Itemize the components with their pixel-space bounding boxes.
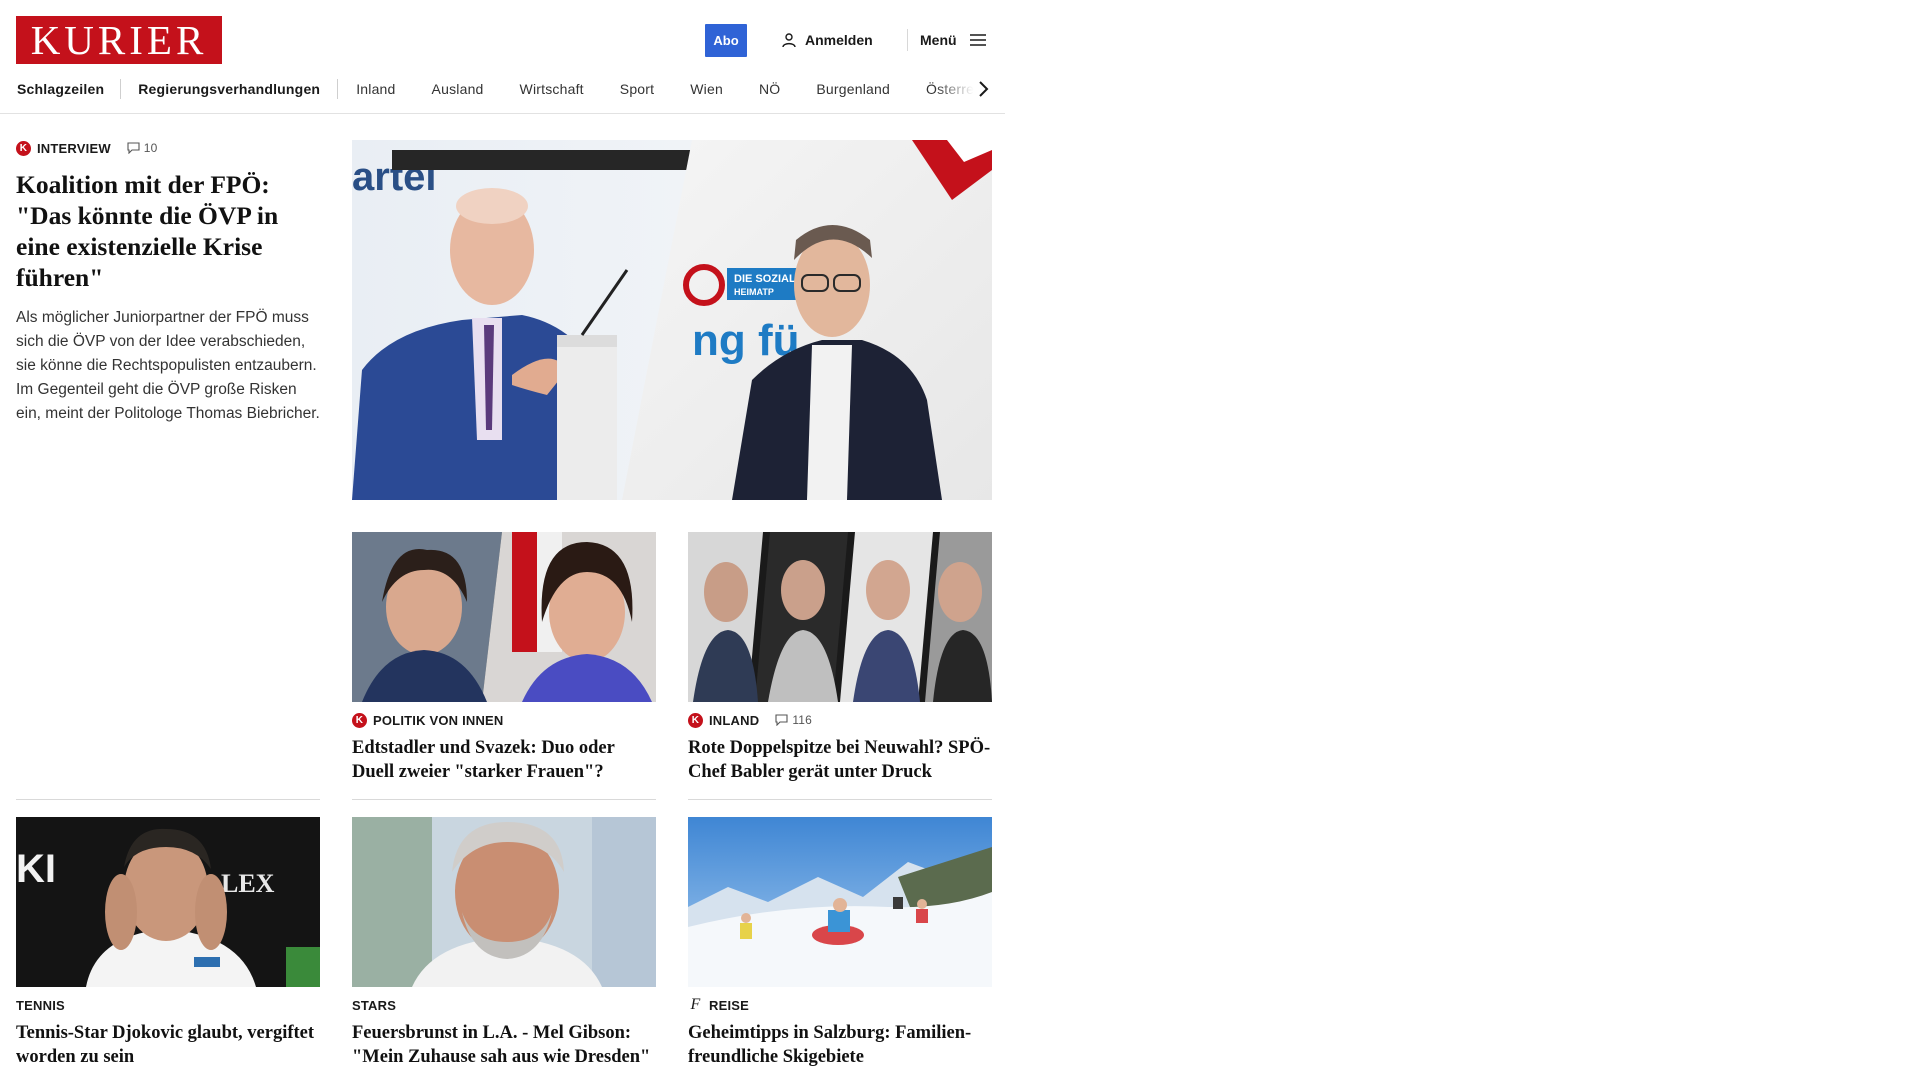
article-comment-count: 116 — [792, 713, 813, 727]
article-headline[interactable]: Rote Doppelspitze bei Neuwahl? SPÖ-Chef … — [688, 736, 992, 784]
lead-headline[interactable]: Koalition mit der FPÖ: "Das könnte die Ö… — [16, 169, 320, 293]
svg-text:LEX: LEX — [221, 869, 275, 898]
article-card[interactable]: K POLITIK VON INNEN Edtstadler und Svaze… — [352, 712, 656, 784]
lead-image[interactable]: artei ng fü DIE SOZIALE HEIMATP — [352, 140, 992, 500]
menu-label: Menü — [920, 32, 957, 48]
comment-icon — [127, 142, 140, 154]
nav-scroll-right[interactable] — [935, 74, 1005, 104]
lead-kicker: K INTERVIEW 10 — [16, 140, 320, 156]
article-card[interactable]: STARS Feuersbrunst in L.A. - Mel Gibson:… — [352, 997, 656, 1069]
article-kicker: K POLITIK VON INNEN — [352, 712, 656, 728]
login-label: Anmelden — [805, 32, 873, 48]
article-kicker-label: TENNIS — [16, 997, 65, 1013]
freizeit-f-icon: f — [690, 996, 701, 1013]
nav-item-wirtschaft[interactable]: Wirtschaft — [502, 79, 602, 99]
hamburger-icon — [969, 34, 986, 46]
nav-item-noe[interactable]: NÖ — [741, 79, 798, 99]
article-image-edtstadler-svazek[interactable] — [352, 532, 656, 702]
article-kicker-label: REISE — [709, 997, 750, 1013]
chevron-right-icon — [979, 81, 989, 97]
kurier-plus-icon: K — [352, 712, 367, 728]
article-kicker: f REISE — [688, 996, 992, 1013]
article-card[interactable]: K INLAND 116 Rote Doppelspitze bei Neuwa… — [688, 712, 992, 784]
article-headline[interactable]: Feuersbrunst in L.A. - Mel Gibson: "Mein… — [352, 1021, 656, 1069]
svg-text:DIE SOZIALE: DIE SOZIALE — [734, 273, 803, 285]
article-image-mel-gibson[interactable] — [352, 817, 656, 987]
lead-teaser: Als möglicher Juniorpartner der FPÖ muss… — [16, 309, 320, 422]
article-kicker: TENNIS — [16, 997, 320, 1013]
header-divider — [907, 29, 908, 51]
lead-comment-count: 10 — [143, 141, 158, 155]
nav-item-inland[interactable]: Inland — [338, 79, 413, 99]
lead-article[interactable]: K INTERVIEW 10 Koalition mit der FPÖ: "D… — [16, 140, 320, 426]
divider — [688, 799, 992, 800]
article-headline[interactable]: Edtstadler und Svazek: Duo oder Duell zw… — [352, 736, 656, 784]
nav-item-wien[interactable]: Wien — [672, 79, 741, 99]
menu-button[interactable]: Menü — [920, 30, 987, 50]
article-kicker-label: INLAND — [709, 712, 760, 728]
article-image-skigebiet[interactable] — [688, 817, 992, 987]
login-button[interactable]: Anmelden — [781, 30, 873, 50]
article-kicker-label: POLITIK VON INNEN — [373, 712, 504, 728]
kurier-plus-icon: K — [688, 712, 703, 728]
abo-button[interactable]: Abo — [705, 24, 747, 57]
divider — [16, 799, 320, 800]
kurier-plus-icon: K — [16, 140, 31, 156]
site-header: KURIER Abo Anmelden Menü Schlagzeilen Re… — [0, 0, 1005, 114]
article-kicker: K INLAND 116 — [688, 712, 992, 728]
article-comments[interactable]: 116 — [775, 713, 812, 727]
article-headline[interactable]: Geheimtipps in Salzburg: Familien­freund… — [688, 1021, 992, 1069]
comment-icon — [775, 714, 788, 726]
svg-text:KI: KI — [16, 847, 56, 891]
nav-item-regierungsverhandlungen[interactable]: Regierungsverhandlungen — [121, 79, 339, 99]
article-image-spoe[interactable] — [688, 532, 992, 702]
nav-item-schlagzeilen[interactable]: Schlagzeilen — [0, 79, 122, 99]
article-card[interactable]: TENNIS Tennis-Star Djokovic glaubt, ver­… — [16, 997, 320, 1069]
lead-comments[interactable]: 10 — [127, 141, 158, 155]
lead-kicker-label: INTERVIEW — [37, 140, 111, 156]
svg-text:HEIMATP: HEIMATP — [734, 287, 774, 297]
article-kicker: STARS — [352, 997, 656, 1013]
nav-item-ausland[interactable]: Ausland — [414, 79, 502, 99]
divider — [352, 799, 656, 800]
nav-item-burgenland[interactable]: Burgenland — [798, 79, 908, 99]
article-card[interactable]: f REISE Geheimtipps in Salzburg: Familie… — [688, 996, 992, 1069]
kurier-logo[interactable]: KURIER — [16, 16, 222, 64]
nav-item-sport[interactable]: Sport — [602, 79, 672, 99]
user-icon — [782, 33, 796, 48]
article-headline[interactable]: Tennis-Star Djokovic glaubt, ver­giftet … — [16, 1021, 320, 1069]
main-navigation: Schlagzeilen Regierungsverhandlungen Inl… — [0, 74, 1005, 104]
article-kicker-label: STARS — [352, 997, 397, 1013]
article-image-djokovic[interactable]: KI LEX — [16, 817, 320, 987]
